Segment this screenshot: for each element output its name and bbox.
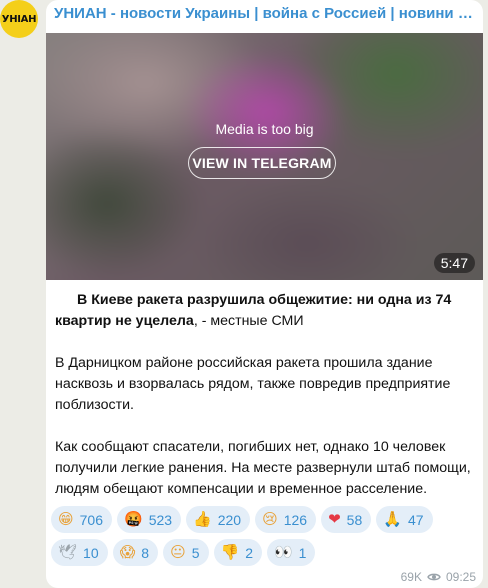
channel-title[interactable]: УНИАН - новости Украины | война с Россие… bbox=[54, 5, 476, 22]
reaction-chip-enraged[interactable]: 🤬 523 bbox=[117, 506, 182, 533]
video-duration-badge: 5:47 bbox=[433, 253, 475, 273]
reaction-chip-eyes[interactable]: 👀 1 bbox=[266, 539, 316, 566]
reaction-chip-thumbs-down[interactable]: 👎 2 bbox=[213, 539, 262, 566]
reaction-chip-folded-hands[interactable]: 🙏 47 bbox=[376, 506, 433, 533]
reaction-count: 126 bbox=[283, 511, 308, 528]
reaction-count: 58 bbox=[346, 511, 363, 528]
reaction-count: 220 bbox=[217, 511, 242, 528]
reaction-count: 2 bbox=[245, 544, 253, 561]
thumbs-up-icon: 👍 bbox=[193, 510, 212, 528]
telegram-post-view: УНІАН УНИАН - новости Украины | война с … bbox=[0, 0, 488, 588]
reactions-row-2: 🕊 10 😱 8 😐 5 👎 2 👀 1 bbox=[51, 539, 481, 566]
post-paragraph-2: В Дарницком районе российская ракета про… bbox=[55, 355, 451, 413]
reactions-bar: 😁 706 🤬 523 👍 220 😢 126 ❤ 58 🙏 47 🕊 10 😱… bbox=[51, 506, 481, 572]
view-in-telegram-button[interactable]: VIEW IN TELEGRAM bbox=[188, 147, 336, 179]
grinning-face-icon: 😁 bbox=[58, 510, 74, 528]
message-time: 09:25 bbox=[445, 570, 476, 584]
enraged-face-icon: 🤬 bbox=[124, 510, 143, 528]
reaction-chip-crying[interactable]: 😢 126 bbox=[255, 506, 317, 533]
post-headline: В Киеве ракета разрушила общежитие: ни о… bbox=[55, 290, 477, 332]
screaming-face-icon: 😱 bbox=[119, 543, 136, 561]
reaction-count: 706 bbox=[79, 511, 103, 528]
post-paragraph-3: Как сообщают спасатели, погибших нет, од… bbox=[55, 439, 471, 497]
reaction-chip-grinning[interactable]: 😁 706 bbox=[51, 506, 112, 533]
eyes-icon: 👀 bbox=[273, 543, 293, 561]
video-preview[interactable]: Media is too big VIEW IN TELEGRAM 5:47 bbox=[46, 33, 483, 280]
media-too-big-caption: Media is too big bbox=[215, 121, 314, 137]
avatar-logo-text: УНІАН bbox=[1, 13, 37, 25]
reaction-chip-dove[interactable]: 🕊 10 bbox=[51, 539, 108, 566]
channel-avatar[interactable]: УНІАН bbox=[0, 0, 38, 38]
folded-hands-icon: 🙏 bbox=[383, 510, 402, 528]
reaction-count: 8 bbox=[141, 544, 150, 561]
headline-source-text: , - местные СМИ bbox=[193, 313, 304, 329]
red-heart-icon: ❤ bbox=[328, 510, 341, 528]
reaction-count: 10 bbox=[83, 544, 99, 561]
reaction-chip-heart[interactable]: ❤ 58 bbox=[321, 506, 372, 533]
dove-icon: 🕊 bbox=[58, 543, 78, 561]
reactions-row-1: 😁 706 🤬 523 👍 220 😢 126 ❤ 58 🙏 47 bbox=[51, 506, 481, 533]
message-meta: 69K 09:25 bbox=[401, 570, 476, 584]
reaction-count: 5 bbox=[191, 544, 200, 561]
neutral-face-icon: 😐 bbox=[170, 543, 186, 561]
reaction-count: 47 bbox=[407, 511, 424, 528]
thumbs-down-icon: 👎 bbox=[220, 543, 240, 561]
reaction-count: 523 bbox=[148, 511, 173, 528]
reaction-count: 1 bbox=[298, 544, 307, 561]
reaction-chip-neutral[interactable]: 😐 5 bbox=[163, 539, 209, 566]
reaction-chip-screaming[interactable]: 😱 8 bbox=[112, 539, 159, 566]
views-count: 69K bbox=[400, 570, 422, 584]
crying-face-icon: 😢 bbox=[262, 510, 278, 528]
eye-icon bbox=[427, 573, 441, 581]
reaction-chip-thumbs-up[interactable]: 👍 220 bbox=[186, 506, 251, 533]
